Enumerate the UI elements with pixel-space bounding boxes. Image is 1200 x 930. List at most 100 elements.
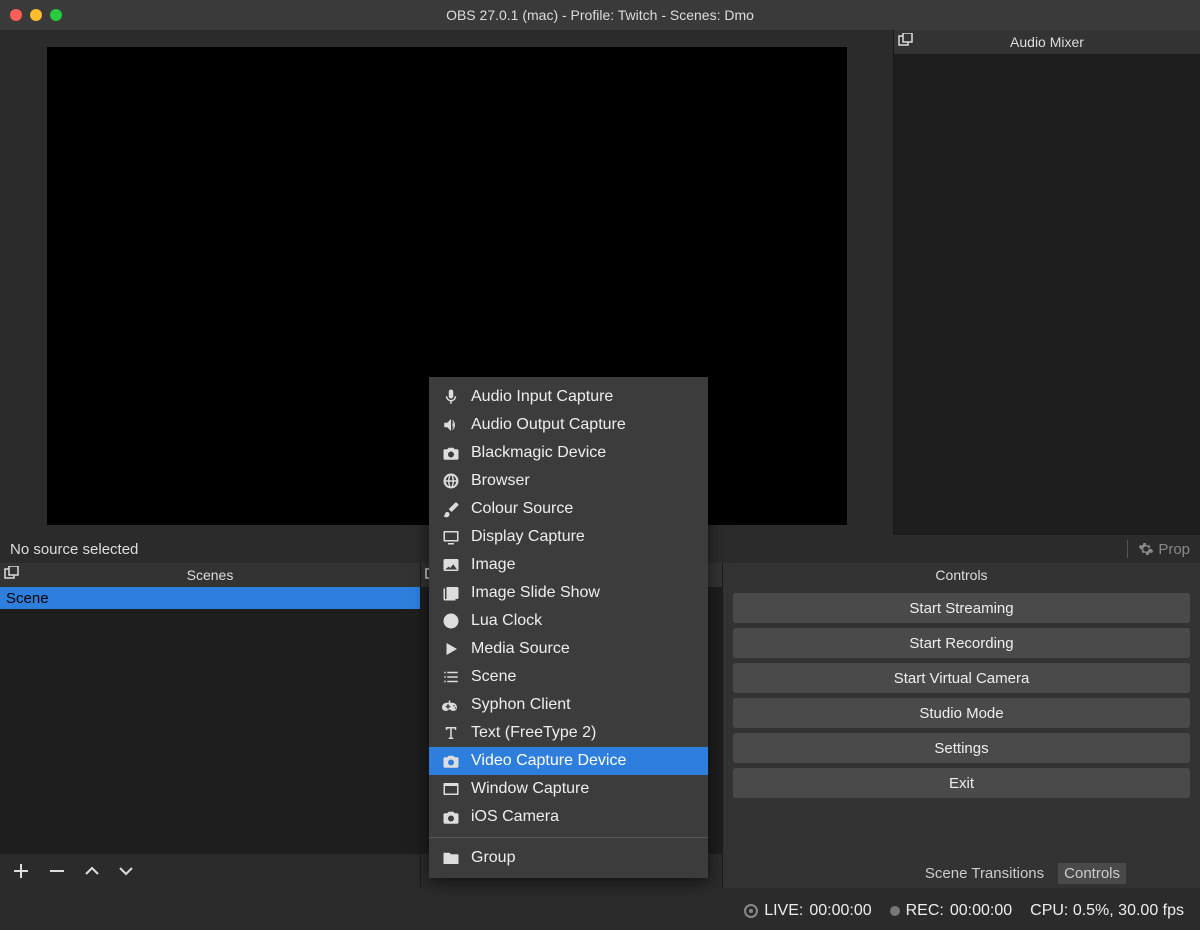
live-label: LIVE: [764, 902, 803, 920]
maximize-window-button[interactable] [50, 9, 62, 21]
scene-item-label: Scene [6, 590, 49, 607]
move-scene-up-button[interactable] [84, 863, 100, 879]
globe-icon [441, 471, 461, 491]
clock-icon [441, 611, 461, 631]
menu-item-label: Image [471, 556, 515, 574]
scenes-panel: Scenes Scene [0, 563, 420, 888]
controls-header: Controls [723, 563, 1200, 587]
menu-item-label: Window Capture [471, 780, 589, 798]
menu-item-window-capture[interactable]: Window Capture [429, 775, 708, 803]
menu-item-video-capture-device[interactable]: Video Capture Device [429, 747, 708, 775]
list-icon [441, 667, 461, 687]
menu-item-ios-camera[interactable]: iOS Camera [429, 803, 708, 831]
menu-item-lua-clock[interactable]: Lua Clock [429, 607, 708, 635]
controls-toggle[interactable]: Controls [1058, 863, 1126, 884]
minimize-window-button[interactable] [30, 9, 42, 21]
cpu-status: CPU: 0.5%, 30.00 fps [1030, 902, 1184, 920]
image-icon [441, 555, 461, 575]
dock-toggle: Scene Transitions Controls [919, 863, 1126, 884]
folder-icon [441, 848, 461, 868]
menu-item-label: Video Capture Device [471, 752, 626, 770]
menu-item-label: Colour Source [471, 500, 573, 518]
menu-item-label: Image Slide Show [471, 584, 600, 602]
menu-item-image[interactable]: Image [429, 551, 708, 579]
menu-item-label: Audio Input Capture [471, 388, 613, 406]
window-controls [10, 9, 62, 21]
menu-separator [429, 837, 708, 838]
play-icon [441, 639, 461, 659]
scene-item[interactable]: Scene [0, 587, 420, 609]
settings-button[interactable]: Settings [733, 733, 1190, 763]
gamepad-icon [441, 695, 461, 715]
status-bar: LIVE: 00:00:00 REC: 00:00:00 CPU: 0.5%, … [0, 892, 1200, 930]
controls-body: Start Streaming Start Recording Start Virt… [723, 587, 1200, 804]
record-dot-icon [890, 906, 900, 916]
properties-button[interactable]: Prop [1138, 541, 1190, 558]
menu-item-label: Scene [471, 668, 516, 686]
controls-title: Controls [935, 567, 987, 583]
window-title: OBS 27.0.1 (mac) - Profile: Twitch - Sce… [0, 7, 1200, 23]
menu-item-label: Media Source [471, 640, 570, 658]
undock-icon[interactable] [898, 33, 914, 49]
move-scene-down-button[interactable] [118, 863, 134, 879]
menu-item-colour-source[interactable]: Colour Source [429, 495, 708, 523]
rec-status: REC: 00:00:00 [890, 902, 1013, 920]
live-status: LIVE: 00:00:00 [744, 902, 871, 920]
brush-icon [441, 499, 461, 519]
camera-icon [441, 443, 461, 463]
menu-item-browser[interactable]: Browser [429, 467, 708, 495]
remove-scene-button[interactable] [48, 862, 66, 880]
menu-item-audio-output-capture[interactable]: Audio Output Capture [429, 411, 708, 439]
close-window-button[interactable] [10, 9, 22, 21]
start-streaming-button[interactable]: Start Streaming [733, 593, 1190, 623]
menu-item-group[interactable]: Group [429, 844, 708, 872]
broadcast-icon [744, 904, 758, 918]
menu-item-media-source[interactable]: Media Source [429, 635, 708, 663]
text-icon [441, 723, 461, 743]
audio-mixer-panel: Audio Mixer [893, 30, 1200, 535]
camera-icon [441, 807, 461, 827]
scene-transitions-toggle[interactable]: Scene Transitions [919, 863, 1050, 884]
live-time: 00:00:00 [809, 902, 871, 920]
rec-label: REC: [906, 902, 944, 920]
scenes-list[interactable]: Scene [0, 587, 420, 854]
no-source-label: No source selected [10, 541, 138, 558]
menu-item-image-slide-show[interactable]: Image Slide Show [429, 579, 708, 607]
menu-item-scene[interactable]: Scene [429, 663, 708, 691]
menu-item-label: iOS Camera [471, 808, 559, 826]
title-bar: OBS 27.0.1 (mac) - Profile: Twitch - Sce… [0, 0, 1200, 30]
menu-item-label: Display Capture [471, 528, 585, 546]
audio-mixer-body [894, 54, 1200, 535]
menu-item-label: Blackmagic Device [471, 444, 606, 462]
start-virtual-camera-button[interactable]: Start Virtual Camera [733, 663, 1190, 693]
camera-icon [441, 751, 461, 771]
menu-item-text-freetype-2-[interactable]: Text (FreeType 2) [429, 719, 708, 747]
menu-item-syphon-client[interactable]: Syphon Client [429, 691, 708, 719]
exit-button[interactable]: Exit [733, 768, 1190, 798]
menu-item-label: Browser [471, 472, 530, 490]
undock-icon[interactable] [4, 566, 20, 582]
menu-item-label: Syphon Client [471, 696, 571, 714]
scenes-header: Scenes [0, 563, 420, 587]
audio-mixer-header: Audio Mixer [894, 30, 1200, 54]
audio-mixer-title: Audio Mixer [1010, 34, 1084, 50]
controls-panel: Controls Start StreamingStart RecordingS… [722, 563, 1200, 888]
slideshow-icon [441, 583, 461, 603]
studio-mode-button[interactable]: Studio Mode [733, 698, 1190, 728]
menu-item-display-capture[interactable]: Display Capture [429, 523, 708, 551]
scenes-title: Scenes [187, 567, 234, 583]
start-recording-button[interactable]: Start Recording [733, 628, 1190, 658]
menu-item-label: Lua Clock [471, 612, 542, 630]
menu-item-blackmagic-device[interactable]: Blackmagic Device [429, 439, 708, 467]
separator [1127, 540, 1128, 558]
menu-item-label: Audio Output Capture [471, 416, 626, 434]
cpu-text: CPU: 0.5%, 30.00 fps [1030, 902, 1184, 920]
window-icon [441, 779, 461, 799]
menu-item-audio-input-capture[interactable]: Audio Input Capture [429, 383, 708, 411]
add-source-menu[interactable]: Audio Input Capture Audio Output Capture B… [429, 377, 708, 878]
scenes-toolbar [0, 854, 420, 888]
menu-item-label: Text (FreeType 2) [471, 724, 596, 742]
add-scene-button[interactable] [12, 862, 30, 880]
mic-icon [441, 387, 461, 407]
speaker-icon [441, 415, 461, 435]
